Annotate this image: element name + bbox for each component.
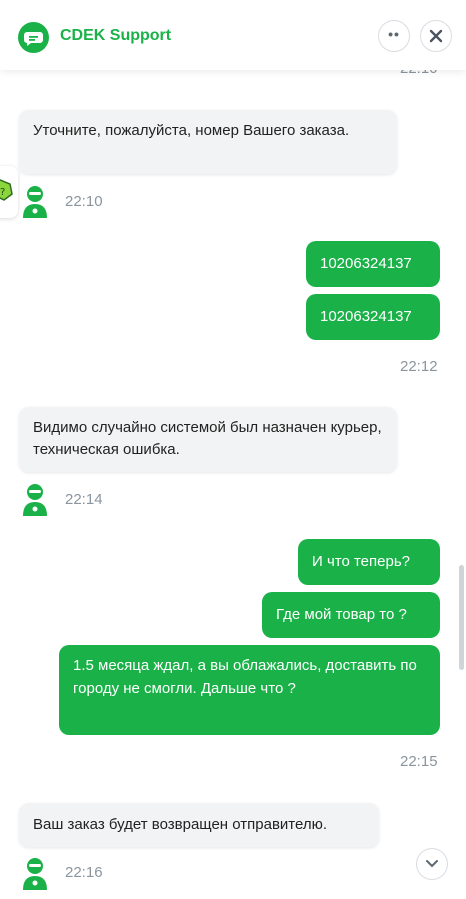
support-agent-avatar-icon (20, 856, 50, 890)
outgoing-message: 10206324137 (306, 294, 440, 340)
outgoing-message: И что теперь? (298, 539, 440, 585)
support-agent-avatar-icon (20, 184, 50, 218)
chat-scrollbar[interactable] (459, 565, 464, 670)
message-timestamp: 22:15 (400, 753, 438, 770)
outgoing-message: 1.5 месяца ждал, а вы облажались, достав… (59, 645, 440, 735)
side-help-widget[interactable]: ? (0, 166, 18, 218)
more-options-button[interactable]: •• (378, 20, 410, 52)
message-timestamp: 22:14 (65, 491, 103, 508)
chat-header: CDEK Support •• (0, 0, 466, 70)
outgoing-message: Где мой товар то ? (262, 592, 440, 638)
more-dots-icon: •• (388, 26, 400, 42)
message-timestamp: 22:10 (65, 193, 103, 210)
chevron-down-icon (426, 860, 438, 868)
message-timestamp: 22:12 (400, 358, 438, 375)
message-timestamp: 22:16 (65, 864, 103, 881)
svg-text:?: ? (0, 187, 5, 198)
help-badge-icon: ? (0, 179, 13, 201)
incoming-message: Уточните, пожалуйста, номер Вашего заказ… (19, 110, 397, 174)
incoming-message: Ваш заказ будет возвращен отправителю. (19, 803, 379, 847)
close-icon (429, 29, 443, 43)
scroll-to-bottom-button[interactable] (416, 848, 448, 880)
cdek-logo-icon (18, 22, 49, 53)
outgoing-message: 10206324137 (306, 241, 440, 287)
close-button[interactable] (420, 20, 452, 52)
incoming-message: Видимо случайно системой был назначен ку… (19, 407, 397, 472)
chat-title: CDEK Support (60, 27, 172, 44)
support-agent-avatar-icon (20, 482, 50, 516)
